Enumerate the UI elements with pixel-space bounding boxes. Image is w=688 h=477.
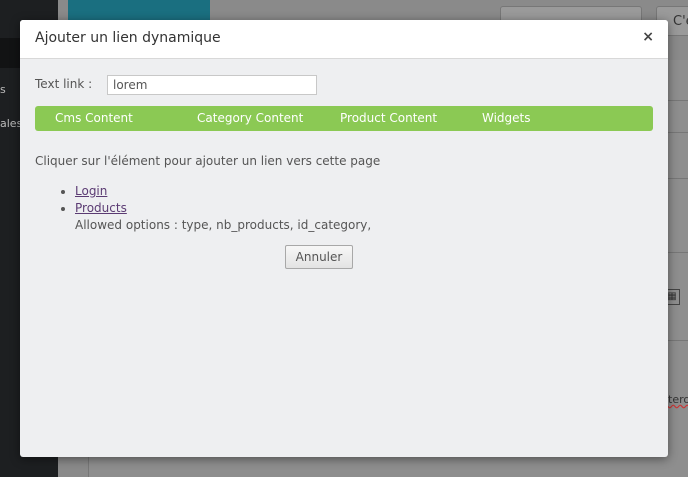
sidebar-item-fragment: s	[0, 83, 6, 96]
link-login[interactable]: Login	[75, 184, 107, 198]
dynamic-link-modal: Ajouter un lien dynamique × Text link : …	[20, 20, 668, 457]
instruction-text: Cliquer sur l'élément pour ajouter un li…	[35, 154, 381, 168]
tab-widgets[interactable]: Widgets	[482, 111, 531, 125]
tab-category-content[interactable]: Category Content	[197, 111, 303, 125]
modal-header: Ajouter un lien dynamique ×	[20, 20, 668, 59]
list-item: Login	[35, 183, 371, 200]
link-products[interactable]: Products	[75, 201, 127, 215]
background-header-block	[68, 0, 210, 20]
sidebar-item-fragment: ales	[0, 117, 23, 130]
allowed-options-text: Allowed options : type, nb_products, id_…	[75, 218, 372, 232]
list-item: Products Allowed options : type, nb_prod…	[35, 200, 371, 234]
cancel-button[interactable]: Annuler	[285, 245, 353, 269]
text-link-label: Text link :	[35, 77, 93, 91]
modal-title: Ajouter un lien dynamique	[35, 30, 221, 46]
tab-cms-content[interactable]: Cms Content	[55, 111, 133, 125]
tab-product-content[interactable]: Product Content	[340, 111, 437, 125]
content-tabs: Cms Content Category Content Product Con…	[35, 106, 653, 131]
link-list: Login Products Allowed options : type, n…	[35, 183, 371, 234]
background-text-fragment: tero	[668, 393, 688, 406]
text-link-input[interactable]	[107, 75, 317, 95]
close-icon[interactable]: ×	[642, 29, 654, 45]
